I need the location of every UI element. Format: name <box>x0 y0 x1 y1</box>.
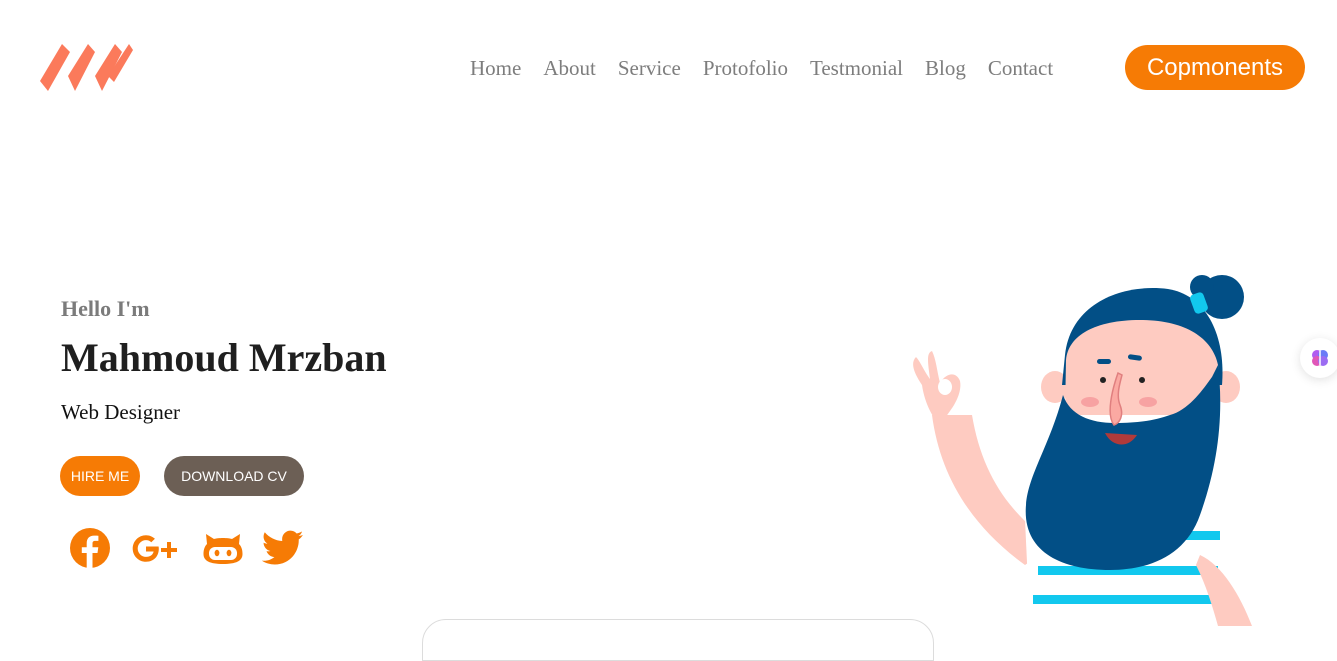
nav-about[interactable]: About <box>543 54 596 82</box>
nav-testimonial[interactable]: Testmonial <box>810 54 903 82</box>
nav-contact[interactable]: Contact <box>988 54 1053 82</box>
nav-home[interactable]: Home <box>470 54 521 82</box>
logo[interactable] <box>40 42 134 94</box>
brain-icon <box>1312 350 1328 366</box>
nav-service[interactable]: Service <box>618 54 681 82</box>
nav-blog[interactable]: Blog <box>925 54 966 82</box>
github-icon[interactable] <box>202 530 244 571</box>
hero-greeting: Hello I'm <box>61 296 150 321</box>
google-plus-icon[interactable] <box>132 534 182 569</box>
nav-portfolio[interactable]: Protofolio <box>703 54 788 82</box>
hire-me-button[interactable]: HIRE ME <box>60 456 140 496</box>
bottom-card <box>422 619 934 661</box>
facebook-icon[interactable] <box>68 526 112 575</box>
bearded-man-illustration <box>913 275 1252 626</box>
brain-extension-button[interactable] <box>1300 338 1337 378</box>
hero-role: Web Designer <box>61 400 181 424</box>
twitter-icon[interactable] <box>261 530 304 571</box>
main-nav: Home About Service Protofolio Testmonial… <box>470 54 1053 82</box>
download-cv-button[interactable]: DOWNLOAD CV <box>164 456 304 496</box>
hero-name: Mahmoud Mrzban <box>61 335 387 380</box>
components-button[interactable]: Copmonents <box>1125 45 1305 90</box>
